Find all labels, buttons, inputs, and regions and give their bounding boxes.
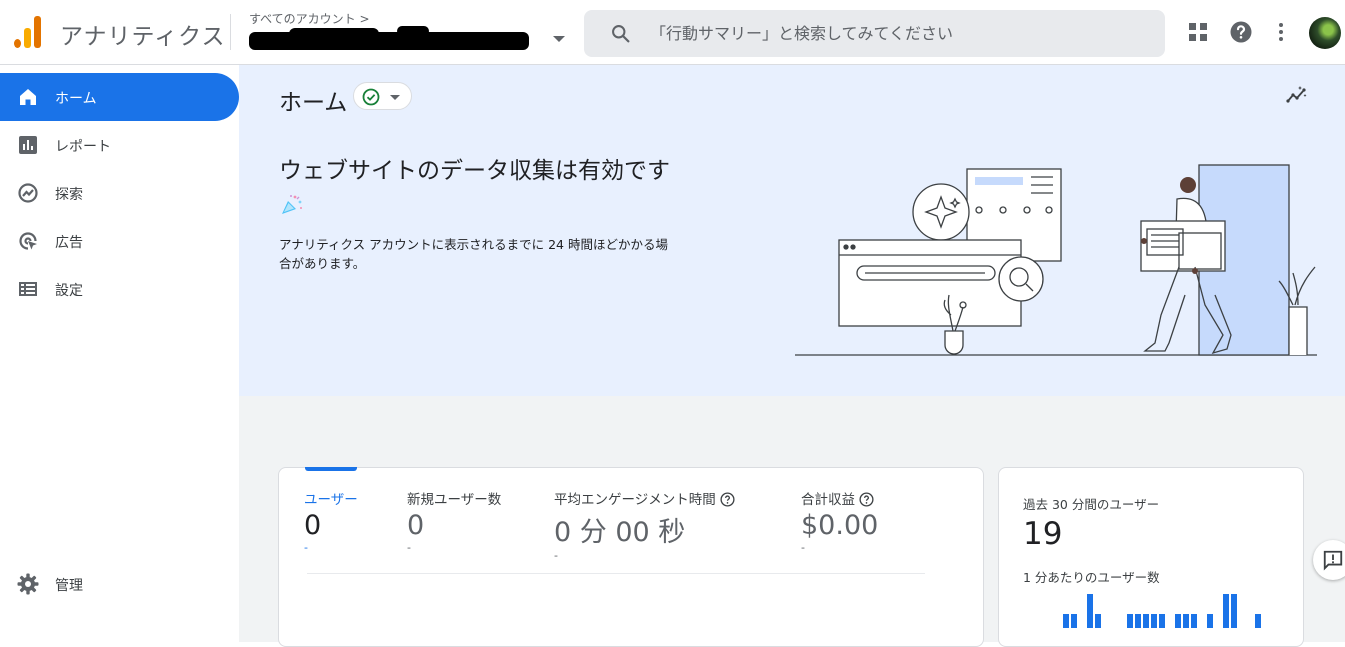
active-tab-indicator (305, 467, 357, 471)
sidebar-item-explore[interactable]: 探索 (0, 169, 239, 217)
rt-bar (1191, 614, 1197, 628)
sidebar-item-label: ホーム (55, 91, 97, 107)
hero-description: アナリティクス アカウントに表示されるまでに 24 時間ほどかかる場合があります… (279, 237, 668, 271)
metric-delta: - (554, 549, 558, 562)
rt-bar (1231, 594, 1237, 628)
search-input[interactable] (650, 10, 1150, 57)
rt-bar (1255, 614, 1261, 628)
main-content: ホーム ウェブサイトのデータ収集は有効です アナリティクス アカウントに表示され… (239, 65, 1345, 647)
search-icon (612, 25, 630, 43)
rt-bar (1063, 614, 1069, 628)
sidebar-item-label: 管理 (55, 578, 83, 594)
header-divider (230, 14, 231, 50)
sidebar-item-admin[interactable]: 管理 (0, 560, 239, 608)
search-bar[interactable] (584, 10, 1165, 57)
metric-tab-total-revenue[interactable]: 合計収益 $0.00 - (801, 488, 878, 554)
realtime-label: 過去 30 分間のユーザー (1023, 497, 1160, 512)
rt-bar (1143, 614, 1149, 628)
data-collection-illustration (795, 164, 1317, 356)
sidebar-item-home[interactable]: ホーム (0, 73, 239, 121)
chevron-down-icon (390, 95, 400, 100)
metric-label: 平均エンゲージメント時間 (554, 488, 735, 508)
hero-heading: ウェブサイトのデータ収集は有効です (279, 155, 679, 221)
party-popper-icon (282, 194, 302, 214)
bar-chart-icon (19, 136, 37, 154)
metric-tab-users[interactable]: ユーザー 0 - (304, 488, 358, 554)
insights-icon[interactable] (1285, 83, 1309, 107)
hero-banner: ホーム ウェブサイトのデータ収集は有効です アナリティクス アカウントに表示され… (239, 65, 1345, 396)
account-name-redacted[interactable] (249, 26, 529, 52)
rt-bar (1135, 614, 1141, 628)
analytics-logo-icon[interactable] (14, 16, 42, 48)
metric-value: 0 (407, 510, 425, 541)
rt-bar (1207, 614, 1213, 628)
app-title: アナリティクス (60, 24, 226, 50)
more-vert-icon[interactable] (1269, 20, 1293, 44)
home-icon (20, 89, 36, 105)
top-bar: アナリティクス すべてのアカウント > (0, 0, 1345, 65)
rt-bar (1223, 594, 1229, 628)
per-minute-bar-chart (1063, 594, 1261, 628)
feedback-icon (1323, 550, 1343, 571)
sidebar-item-ads[interactable]: 広告 (0, 217, 239, 265)
apps-grid-icon[interactable] (1186, 20, 1210, 44)
list-icon (19, 282, 37, 296)
rt-bar (1183, 614, 1189, 628)
sidebar-item-label: 広告 (55, 235, 83, 251)
metric-delta: - (801, 541, 805, 554)
metric-label: ユーザー (304, 492, 358, 508)
help-outline-icon[interactable] (720, 492, 735, 507)
sidebar-item-configure[interactable]: 設定 (0, 265, 239, 313)
gear-icon (17, 573, 39, 595)
metric-tab-avg-engagement[interactable]: 平均エンゲージメント時間 0 分 00 秒 - (554, 488, 735, 562)
rt-bar (1087, 594, 1093, 628)
check-circle-icon (362, 88, 380, 106)
metric-value: 0 分 00 秒 (554, 517, 686, 548)
help-outline-icon[interactable] (859, 492, 874, 507)
card-divider (307, 573, 925, 574)
account-chevron-down-icon[interactable] (553, 36, 565, 42)
metric-value: 0 (304, 510, 322, 541)
sidebar-item-label: レポート (55, 139, 111, 155)
account-breadcrumb[interactable]: すべてのアカウント > (249, 10, 370, 27)
realtime-value: 19 (1023, 516, 1063, 552)
rt-bar (1095, 614, 1101, 628)
avatar[interactable] (1309, 17, 1341, 49)
rt-bar (1151, 614, 1157, 628)
realtime-card[interactable]: 過去 30 分間のユーザー 19 1 分あたりのユーザー数 (998, 467, 1304, 647)
explore-icon (18, 183, 38, 203)
sidebar-item-label: 探索 (55, 187, 83, 203)
realtime-sub-label: 1 分あたりのユーザー数 (1023, 570, 1160, 585)
rt-bar (1071, 614, 1077, 628)
metric-value: $0.00 (801, 510, 879, 541)
feedback-button[interactable] (1313, 540, 1345, 580)
metric-tab-new-users[interactable]: 新規ユーザー数 0 - (407, 488, 501, 554)
metric-label: 新規ユーザー数 (407, 492, 502, 508)
sidebar: ホーム レポート 探索 広告 設定 管理 (0, 65, 239, 642)
metric-delta: - (407, 541, 411, 554)
sidebar-item-reports[interactable]: レポート (0, 121, 239, 169)
metric-delta: - (304, 541, 308, 554)
metric-label: 合計収益 (801, 488, 878, 508)
sidebar-item-label: 設定 (55, 283, 83, 299)
metrics-card: ユーザー 0 - 新規ユーザー数 0 - 平均エンゲージメント時間 0 分 00… (278, 467, 984, 647)
data-collection-status-chip[interactable] (353, 82, 412, 110)
rt-bar (1127, 614, 1133, 628)
page-title: ホーム (279, 90, 348, 116)
help-icon[interactable] (1229, 20, 1253, 44)
rt-bar (1159, 614, 1165, 628)
rt-bar (1175, 614, 1181, 628)
ads-icon (19, 232, 37, 250)
